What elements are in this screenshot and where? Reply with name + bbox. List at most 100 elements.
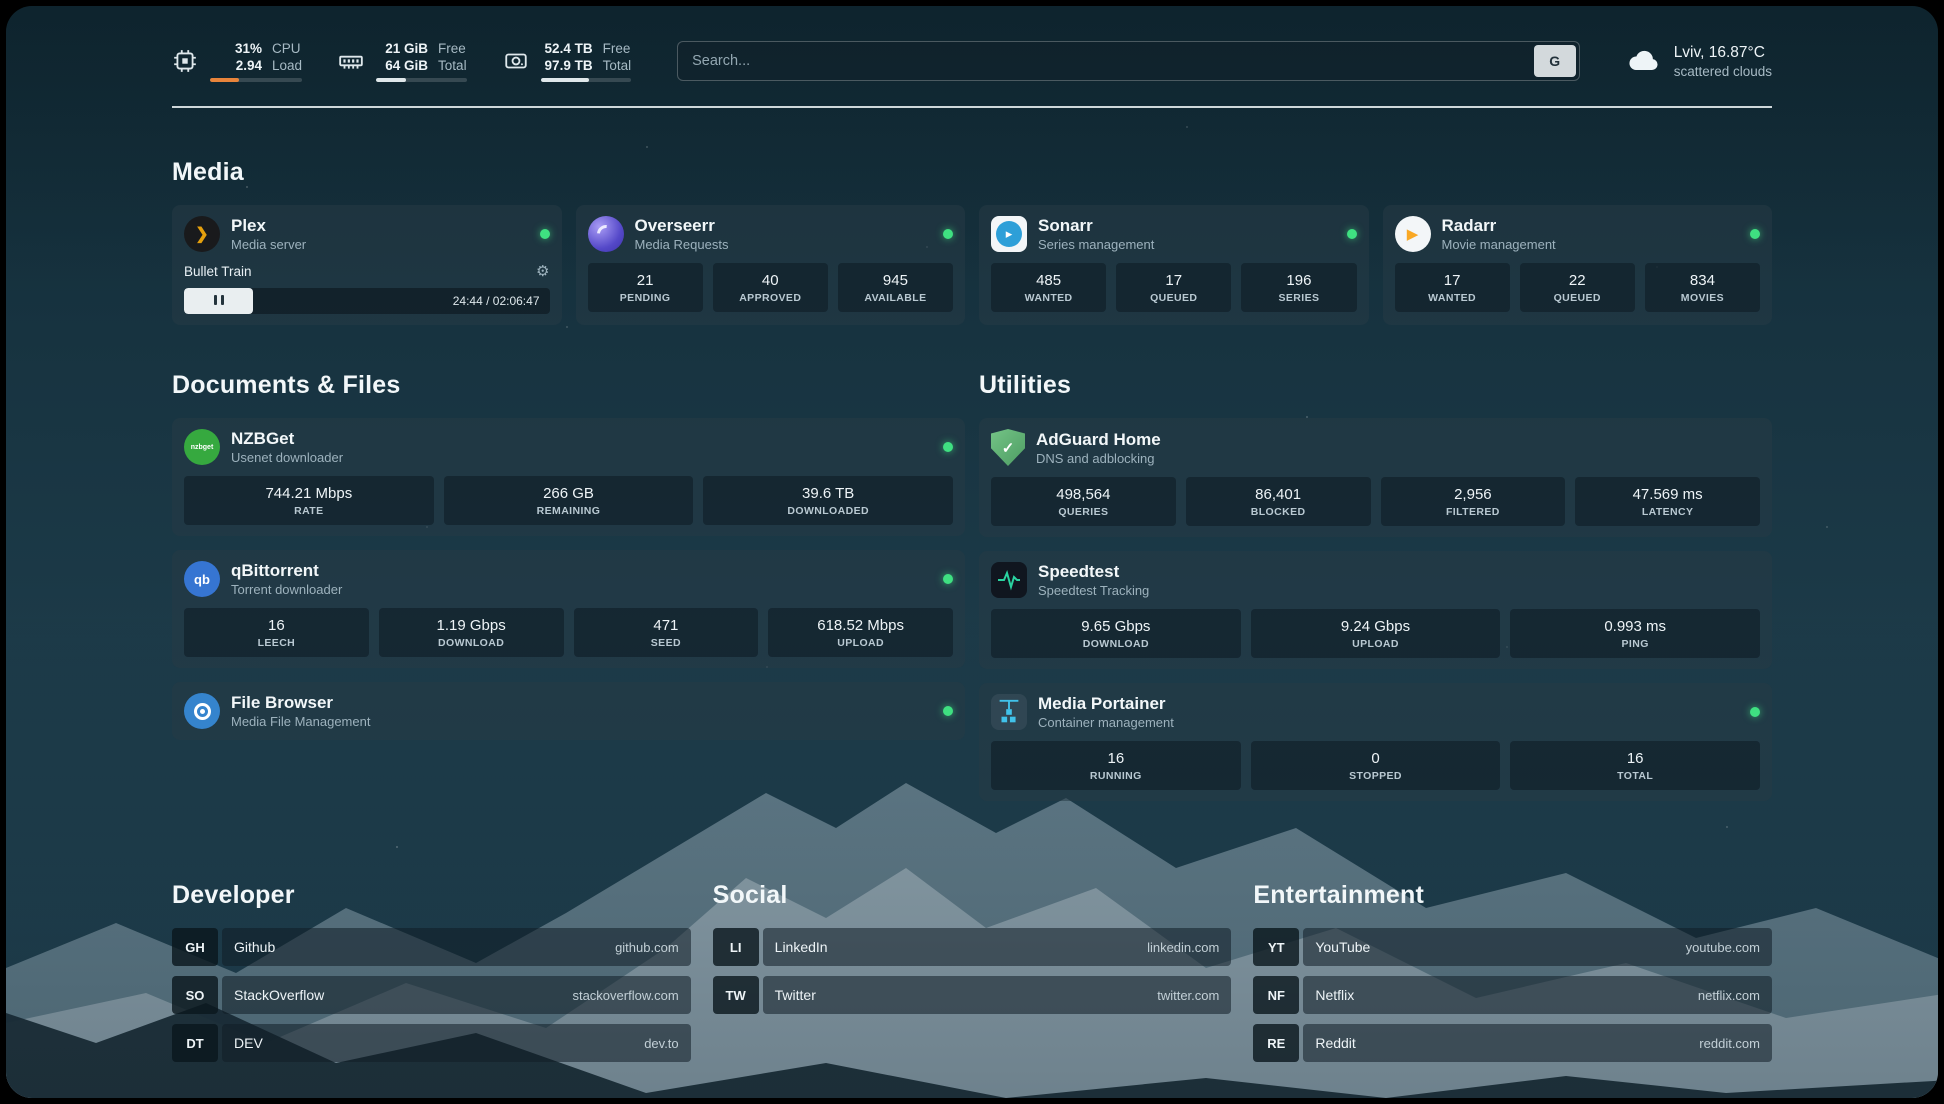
bookmark-netflix[interactable]: NF Netflixnetflix.com [1253,976,1772,1014]
disk-total-value: 97.9 TB [541,57,593,74]
stat-value: 16 [1514,750,1756,767]
stat-value: 17 [1399,272,1506,289]
cpu-icon [172,48,198,74]
bookmark-stackoverflow[interactable]: SO StackOverflowstackoverflow.com [172,976,691,1014]
sonarr-icon: ▸ [991,216,1027,252]
bookmark-url: netflix.com [1698,988,1760,1003]
stat-label: PING [1514,638,1756,650]
stat-label: SERIES [1245,292,1352,304]
qbittorrent-card[interactable]: qb qBittorrent Torrent downloader 16LEEC… [172,550,965,668]
disk-metric: 52.4 TBFree 97.9 TBTotal [503,40,632,82]
cpu-metric: 31%CPU 2.94Load [172,40,302,82]
stat-label: DOWNLOADED [707,505,949,517]
status-dot [943,574,953,584]
search-go-button[interactable]: G [1534,45,1576,77]
gear-icon[interactable]: ⚙ [536,262,549,280]
stat-value: 1.19 Gbps [383,617,560,634]
stat-available: 945AVAILABLE [838,263,953,312]
bookmark-twitter[interactable]: TW Twittertwitter.com [713,976,1232,1014]
plex-progress-bar[interactable]: 24:44 / 02:06:47 [184,288,550,314]
bookmark-name: LinkedIn [775,939,828,955]
bookmark-dev[interactable]: DT DEVdev.to [172,1024,691,1062]
overseerr-card[interactable]: Overseerr Media Requests 21PENDING 40APP… [576,205,966,325]
radarr-card[interactable]: ▶ Radarr Movie management 17WANTED 22QUE… [1383,205,1773,325]
stat-label: FILTERED [1385,506,1562,518]
playback-time: 24:44 / 02:06:47 [453,294,540,308]
plex-progress-fill [184,288,253,314]
cpu-load-label: Load [272,57,302,74]
stat-label: LATENCY [1579,506,1756,518]
disk-icon [503,48,529,74]
stat-label: WANTED [995,292,1102,304]
app-title: qBittorrent [231,561,342,581]
stat-label: WANTED [1399,292,1506,304]
disk-free-value: 52.4 TB [541,40,593,57]
stat-queries: 498,564QUERIES [991,477,1176,526]
app-title: Sonarr [1038,216,1154,236]
speedtest-card[interactable]: Speedtest Speedtest Tracking 9.65 GbpsDO… [979,551,1772,669]
disk-progress-fill [541,78,590,82]
stat-value: 0.993 ms [1514,618,1756,635]
search-input[interactable] [692,53,1534,69]
bookmark-reddit[interactable]: RE Redditreddit.com [1253,1024,1772,1062]
stat-label: LEECH [188,637,365,649]
app-title: Speedtest [1038,562,1149,582]
bookmark-name: Twitter [775,987,816,1003]
stat-value: 2,956 [1385,486,1562,503]
documents-column: Documents & Files nzbget NZBGet Usenet d… [172,331,965,815]
memory-total-value: 64 GiB [376,57,428,74]
stat-value: 47.569 ms [1579,486,1756,503]
bookmark-abbr: NF [1253,976,1299,1014]
media-cards-row: ❯ Plex Media server Bullet Train ⚙ 24:44… [172,205,1772,325]
pause-icon[interactable] [212,292,226,310]
bookmark-abbr: YT [1253,928,1299,966]
section-title-entertainment: Entertainment [1253,881,1772,910]
stat-value: 86,401 [1190,486,1367,503]
bookmark-url: linkedin.com [1147,940,1219,955]
app-title: Plex [231,216,306,236]
top-bar: 31%CPU 2.94Load 21 GiB [172,40,1772,82]
now-playing-title: Bullet Train [184,264,252,279]
radarr-icon: ▶ [1395,216,1431,252]
portainer-icon [991,694,1027,730]
adguard-card[interactable]: ✓ AdGuard Home DNS and adblocking 498,56… [979,418,1772,537]
stat-value: 17 [1120,272,1227,289]
disk-total-label: Total [603,57,632,74]
app-subtitle: Container management [1038,715,1174,730]
nzbget-icon: nzbget [184,429,220,465]
sonarr-card[interactable]: ▸ Sonarr Series management 485WANTED 17Q… [979,205,1369,325]
status-dot [1750,707,1760,717]
stat-value: 9.24 Gbps [1255,618,1497,635]
stat-label: STOPPED [1255,770,1497,782]
memory-progress-fill [376,78,406,82]
stat-ping: 0.993 ms PING [1510,609,1760,658]
plex-card[interactable]: ❯ Plex Media server Bullet Train ⚙ 24:44… [172,205,562,325]
search-bar: G [677,41,1580,81]
cpu-percent: 31% [210,40,262,57]
qbittorrent-icon: qb [184,561,220,597]
stat-label: RATE [188,505,430,517]
memory-total-label: Total [438,57,467,74]
nzbget-card[interactable]: nzbget NZBGet Usenet downloader 744.21 M… [172,418,965,536]
app-subtitle: Movie management [1442,237,1556,252]
cpu-progress-bar [210,78,302,82]
portainer-card[interactable]: Media Portainer Container management 16R… [979,683,1772,801]
filebrowser-card[interactable]: File Browser Media File Management [172,682,965,740]
app-subtitle: Torrent downloader [231,582,342,597]
app-title: Radarr [1442,216,1556,236]
stat-label: REMAINING [448,505,690,517]
bookmark-github[interactable]: GH Githubgithub.com [172,928,691,966]
app-title: File Browser [231,693,370,713]
bookmark-linkedin[interactable]: LI LinkedInlinkedin.com [713,928,1232,966]
overseerr-icon [588,216,624,252]
stat-download: 9.65 GbpsDOWNLOAD [991,609,1241,658]
memory-free-label: Free [438,40,466,57]
bookmark-name: YouTube [1315,939,1370,955]
stat-value: 834 [1649,272,1756,289]
cpu-label: CPU [272,40,301,57]
stat-value: 9.65 Gbps [995,618,1237,635]
status-dot [943,229,953,239]
bookmark-youtube[interactable]: YT YouTubeyoutube.com [1253,928,1772,966]
stat-label: MOVIES [1649,292,1756,304]
stat-label: TOTAL [1514,770,1756,782]
